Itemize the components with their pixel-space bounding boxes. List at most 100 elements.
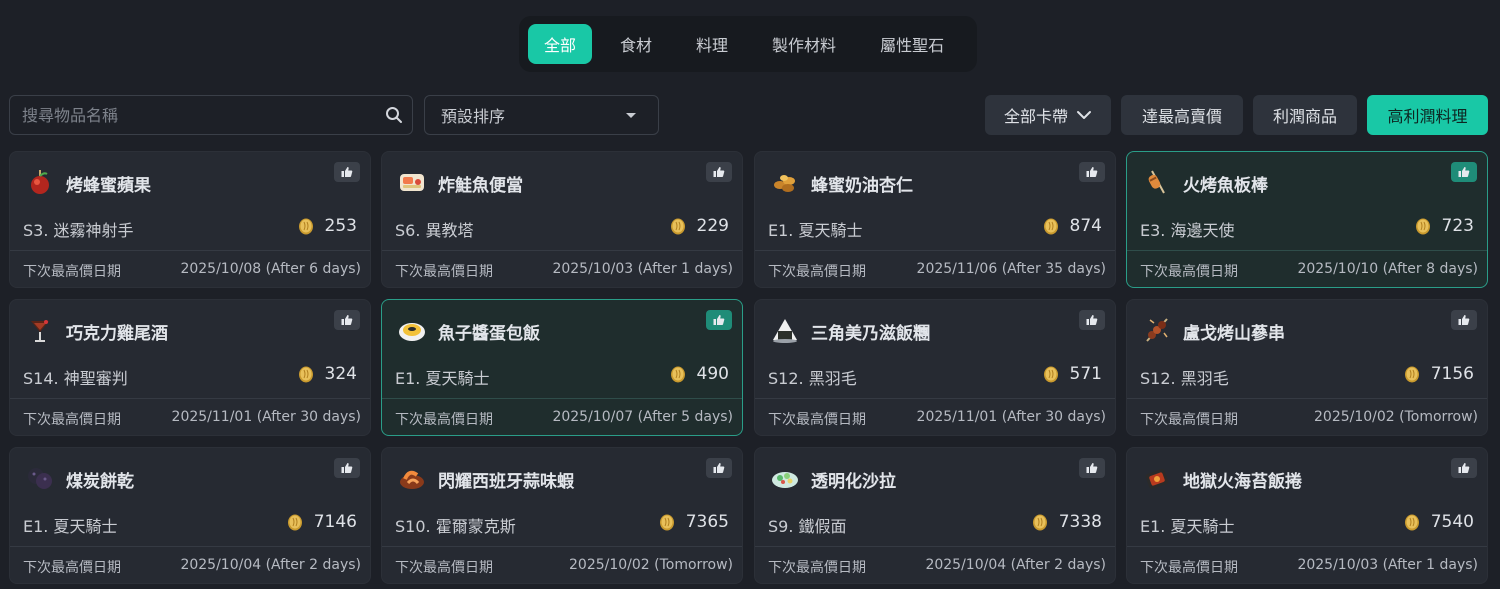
card-band-dropdown[interactable]: 全部卡帶 (985, 95, 1111, 135)
divider (755, 398, 1115, 399)
search-icon[interactable] (376, 96, 412, 134)
coal-cookie-icon (22, 460, 58, 496)
coin-icon (1403, 365, 1421, 383)
thumbs-up-icon[interactable] (334, 162, 360, 182)
item-card[interactable]: 魚子醬蛋包飯 E1. 夏天騎士 490 下次最高價日期 2025/10/07 (Afte… (381, 299, 743, 436)
item-location: S10. 霍爾蒙克斯 (395, 517, 516, 536)
coin-icon (1042, 365, 1060, 383)
next-peak-date-label: 下次最高價日期 (395, 560, 493, 576)
item-location: E1. 夏天騎士 (768, 221, 863, 240)
item-name: 三角美乃滋飯糰 (811, 324, 930, 344)
coin-icon (1403, 513, 1421, 531)
coin-icon (1031, 513, 1049, 531)
item-price: 253 (324, 216, 357, 236)
item-name: 煤炭餅乾 (66, 472, 134, 492)
item-price-group: 571 (1042, 364, 1102, 384)
thumbs-up-icon[interactable] (1079, 162, 1105, 182)
item-location: S14. 神聖審判 (23, 369, 128, 388)
search-box (9, 95, 413, 135)
item-card[interactable]: 地獄火海苔飯捲 E1. 夏天騎士 7540 下次最高價日期 2025/10/03 (Af… (1126, 447, 1488, 584)
divider (382, 250, 742, 251)
item-location: S6. 異教塔 (395, 221, 474, 240)
item-name: 炸鮭魚便當 (438, 176, 523, 196)
next-peak-date: 2025/10/10 (After 8 days) (1297, 261, 1478, 277)
item-price-group: 7338 (1031, 512, 1102, 532)
item-price: 7156 (1430, 364, 1474, 384)
item-location: S12. 黑羽毛 (768, 369, 857, 388)
profit-items-filter-button[interactable]: 利潤商品 (1253, 95, 1357, 135)
next-peak-date-label: 下次最高價日期 (768, 412, 866, 428)
thumbs-up-icon[interactable] (706, 162, 732, 182)
caret-down-icon (626, 112, 636, 118)
item-card[interactable]: 火烤魚板棒 E3. 海邊天使 723 下次最高價日期 2025/10/10 (After… (1126, 151, 1488, 288)
item-price-group: 7156 (1403, 364, 1474, 384)
tab-cuisine[interactable]: 料理 (680, 24, 744, 64)
thumbs-up-icon[interactable] (706, 458, 732, 478)
item-location: E1. 夏天騎士 (23, 517, 118, 536)
item-card[interactable]: 蜂蜜奶油杏仁 E1. 夏天騎士 874 下次最高價日期 2025/11/06 (Afte… (754, 151, 1116, 288)
sort-select[interactable]: 預設排序 (424, 95, 659, 135)
item-name: 盧戈烤山蔘串 (1183, 324, 1285, 344)
item-price-group: 874 (1042, 216, 1102, 236)
max-price-filter-button[interactable]: 達最高賣價 (1121, 95, 1243, 135)
fishcake-skewer-icon (1139, 164, 1175, 200)
thumbs-up-icon[interactable] (1451, 458, 1477, 478)
item-location: S9. 鐵假面 (768, 517, 847, 536)
salad-icon (767, 460, 803, 496)
next-peak-date: 2025/10/07 (After 5 days) (552, 409, 733, 425)
candied-apple-icon (22, 164, 58, 200)
next-peak-date-label: 下次最高價日期 (768, 264, 866, 280)
onigiri-icon (767, 312, 803, 348)
ginseng-skewer-icon (1139, 312, 1175, 348)
item-grid: 烤蜂蜜蘋果 S3. 迷霧神射手 253 下次最高價日期 2025/10/08 (Afte… (9, 151, 1489, 585)
item-price-group: 253 (297, 216, 357, 236)
item-location: E1. 夏天騎士 (395, 369, 490, 388)
tab-all[interactable]: 全部 (528, 24, 593, 64)
item-card[interactable]: 巧克力雞尾酒 S14. 神聖審判 324 下次最高價日期 2025/11/01 (Aft… (9, 299, 371, 436)
next-peak-date-label: 下次最高價日期 (23, 264, 121, 280)
salmon-bento-icon (394, 164, 430, 200)
thumbs-up-icon[interactable] (334, 310, 360, 330)
thumbs-up-icon[interactable] (1079, 458, 1105, 478)
item-card[interactable]: 烤蜂蜜蘋果 S3. 迷霧神射手 253 下次最高價日期 2025/10/08 (Afte… (9, 151, 371, 288)
divider (382, 546, 742, 547)
thumbs-up-icon[interactable] (334, 458, 360, 478)
thumbs-up-icon[interactable] (706, 310, 732, 330)
next-peak-date-label: 下次最高價日期 (1140, 412, 1238, 428)
item-price: 723 (1441, 216, 1474, 236)
item-card[interactable]: 煤炭餅乾 E1. 夏天騎士 7146 下次最高價日期 2025/10/04 (After… (9, 447, 371, 584)
next-peak-date: 2025/10/02 (Tomorrow) (569, 557, 733, 573)
high-profit-cuisine-filter-button[interactable]: 高利潤料理 (1367, 95, 1488, 135)
item-card[interactable]: 三角美乃滋飯糰 S12. 黑羽毛 571 下次最高價日期 2025/11/01 (Aft… (754, 299, 1116, 436)
next-peak-date-label: 下次最高價日期 (395, 412, 493, 428)
next-peak-date: 2025/10/04 (After 2 days) (925, 557, 1106, 573)
item-card[interactable]: 炸鮭魚便當 S6. 異教塔 229 下次最高價日期 2025/10/03 (After … (381, 151, 743, 288)
item-price: 324 (324, 364, 357, 384)
coin-icon (669, 365, 687, 383)
item-price: 7540 (1430, 512, 1474, 532)
omurice-icon (394, 312, 430, 348)
next-peak-date-label: 下次最高價日期 (23, 412, 121, 428)
item-card[interactable]: 閃耀西班牙蒜味蝦 S10. 霍爾蒙克斯 7365 下次最高價日期 2025/10/02 … (381, 447, 743, 584)
tab-crafting-materials[interactable]: 製作材料 (756, 24, 852, 64)
item-price-group: 7146 (286, 512, 357, 532)
next-peak-date: 2025/10/08 (After 6 days) (180, 261, 361, 277)
item-price-group: 7540 (1403, 512, 1474, 532)
divider (755, 546, 1115, 547)
tab-attribute-stones[interactable]: 屬性聖石 (864, 24, 960, 64)
item-card[interactable]: 透明化沙拉 S9. 鐵假面 7338 下次最高價日期 2025/10/04 (After… (754, 447, 1116, 584)
coin-icon (658, 513, 676, 531)
search-input[interactable] (22, 105, 376, 125)
item-card[interactable]: 盧戈烤山蔘串 S12. 黑羽毛 7156 下次最高價日期 2025/10/02 (Tom… (1126, 299, 1488, 436)
next-peak-date: 2025/11/06 (After 35 days) (916, 261, 1106, 277)
thumbs-up-icon[interactable] (1451, 162, 1477, 182)
thumbs-up-icon[interactable] (1451, 310, 1477, 330)
tab-ingredients[interactable]: 食材 (604, 24, 668, 64)
item-price: 7146 (313, 512, 357, 532)
thumbs-up-icon[interactable] (1079, 310, 1105, 330)
next-peak-date-label: 下次最高價日期 (768, 560, 866, 576)
item-name: 烤蜂蜜蘋果 (66, 176, 151, 196)
divider (1127, 546, 1487, 547)
item-price: 874 (1069, 216, 1102, 236)
divider (10, 546, 370, 547)
